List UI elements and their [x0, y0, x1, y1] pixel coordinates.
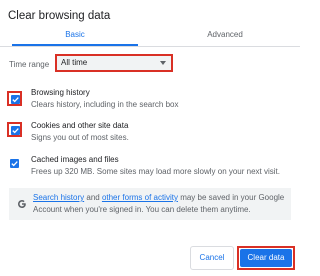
account-info-box: Search history and other forms of activi…	[9, 188, 291, 220]
checkmark-icon	[12, 97, 19, 103]
dropdown-arrow-icon	[160, 61, 166, 65]
checkbox-cookies[interactable]	[11, 126, 20, 135]
dialog-title: Clear browsing data	[8, 10, 111, 22]
search-history-link[interactable]: Search history	[33, 193, 84, 202]
time-range-value: All time	[61, 58, 88, 67]
checkmark-icon	[11, 161, 18, 167]
checkbox-highlight	[7, 122, 22, 137]
checkbox-highlight	[7, 91, 22, 106]
info-text-part: and	[84, 193, 102, 202]
time-range-label: Time range	[9, 60, 50, 69]
checkmark-icon	[12, 128, 19, 134]
clear-data-button[interactable]: Clear data	[240, 249, 292, 267]
checkbox-cached-images[interactable]	[10, 159, 19, 168]
google-g-icon	[18, 200, 26, 208]
tab-basic[interactable]: Basic	[0, 26, 150, 46]
option-title: Cookies and other site data	[31, 121, 129, 130]
option-description: Frees up 320 MB. Some sites may load mor…	[31, 167, 280, 176]
tab-advanced[interactable]: Advanced	[150, 26, 300, 46]
tab-bar: Basic Advanced	[0, 26, 300, 47]
option-title: Cached images and files	[31, 155, 119, 164]
checkbox-container	[7, 156, 22, 171]
account-info-text: Search history and other forms of activi…	[33, 192, 287, 216]
option-description: Signs you out of most sites.	[31, 133, 129, 142]
option-description: Clears history, including in the search …	[31, 100, 179, 109]
other-activity-link[interactable]: other forms of activity	[102, 193, 178, 202]
option-title: Browsing history	[31, 88, 90, 97]
checkbox-browsing-history[interactable]	[11, 95, 20, 104]
time-range-select[interactable]: All time	[55, 54, 173, 72]
active-tab-indicator	[12, 44, 138, 46]
cancel-button[interactable]: Cancel	[190, 246, 234, 270]
